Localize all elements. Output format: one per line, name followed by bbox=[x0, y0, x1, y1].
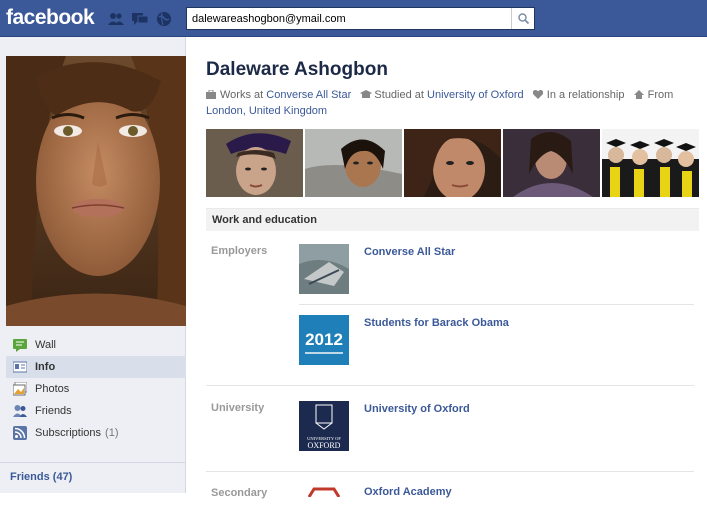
employer-name[interactable]: Students for Barack Obama bbox=[364, 317, 509, 329]
top-bar: facebook bbox=[0, 0, 707, 37]
employer-entry: 2012 Students for Barack Obama bbox=[299, 315, 694, 375]
photo-strip bbox=[206, 129, 699, 197]
employer-logo[interactable] bbox=[299, 244, 349, 294]
subscriptions-icon bbox=[13, 426, 27, 440]
secondary-label: Secondary bbox=[211, 487, 268, 499]
sidebar-item-photos[interactable]: Photos bbox=[6, 378, 186, 400]
sidebar-item-friends[interactable]: Friends bbox=[6, 400, 186, 422]
sidebar-item-subscriptions[interactable]: Subscriptions (1) bbox=[6, 422, 186, 444]
sidebar-item-label: Info bbox=[35, 361, 56, 373]
profile-summary: Works at Converse All Star Studied at Un… bbox=[206, 87, 699, 119]
from-prefix: From bbox=[647, 89, 674, 101]
recent-photo[interactable] bbox=[602, 129, 699, 197]
recent-photo[interactable] bbox=[206, 129, 303, 197]
studied-prefix: Studied at bbox=[374, 89, 424, 101]
friend-requests-icon[interactable] bbox=[107, 11, 125, 27]
recent-photo[interactable] bbox=[404, 129, 501, 197]
notifications-icon[interactable] bbox=[155, 11, 173, 27]
heart-icon bbox=[532, 88, 544, 99]
recent-photo[interactable] bbox=[503, 129, 600, 197]
search-button[interactable] bbox=[511, 8, 534, 29]
relationship-status: In a relationship bbox=[546, 89, 625, 101]
search-box bbox=[186, 7, 535, 30]
friends-link[interactable]: Friends (47) bbox=[0, 462, 185, 483]
svg-text:OXFORD: OXFORD bbox=[308, 441, 341, 450]
profile-nav: Wall Info Photos Friends Subscriptions (… bbox=[6, 334, 186, 444]
sidebar-item-label: Photos bbox=[35, 383, 70, 395]
subscriptions-count: (1) bbox=[105, 427, 119, 439]
hometown-link[interactable]: London, United Kingdom bbox=[206, 105, 327, 117]
messages-icon[interactable] bbox=[131, 11, 149, 27]
sidebar-item-label: Friends bbox=[35, 405, 72, 417]
home-icon bbox=[633, 88, 644, 99]
left-column: Wall Info Photos Friends Subscriptions (… bbox=[0, 37, 186, 493]
search-input[interactable] bbox=[187, 8, 507, 29]
info-icon bbox=[12, 360, 28, 374]
work-education-heading: Work and education bbox=[206, 208, 699, 231]
employer-name[interactable]: Converse All Star bbox=[364, 246, 455, 258]
university-label: University bbox=[211, 402, 265, 414]
employer-logo[interactable]: 2012 bbox=[299, 315, 349, 365]
sidebar-item-info[interactable]: Info bbox=[6, 356, 186, 378]
university-name[interactable]: University of Oxford bbox=[364, 403, 470, 415]
works-prefix: Works at bbox=[220, 89, 264, 101]
svg-text:2012: 2012 bbox=[305, 330, 343, 349]
jewel-icons bbox=[107, 11, 173, 27]
sidebar-item-label: Wall bbox=[35, 339, 56, 351]
divider bbox=[206, 471, 694, 472]
sidebar-item-wall[interactable]: Wall bbox=[6, 334, 186, 356]
friends-icon bbox=[13, 404, 27, 418]
employers-label: Employers bbox=[211, 245, 268, 257]
sidebar-item-label: Subscriptions bbox=[35, 427, 102, 439]
education-icon bbox=[360, 88, 373, 98]
profile-name[interactable]: Daleware Ashogbon bbox=[206, 59, 388, 81]
secondary-logo[interactable] bbox=[299, 487, 349, 497]
search-icon bbox=[517, 13, 529, 24]
university-logo[interactable]: UNIVERSITY OF OXFORD bbox=[299, 401, 349, 451]
divider bbox=[299, 304, 694, 305]
recent-photo[interactable] bbox=[305, 129, 402, 197]
school-link[interactable]: University of Oxford bbox=[427, 89, 524, 101]
divider bbox=[206, 385, 694, 386]
employer-entry: Converse All Star bbox=[299, 244, 694, 304]
wall-icon bbox=[13, 338, 27, 352]
photos-icon bbox=[12, 381, 28, 396]
facebook-logo[interactable]: facebook bbox=[6, 6, 95, 30]
profile-picture[interactable] bbox=[6, 56, 186, 326]
university-entry: UNIVERSITY OF OXFORD University of Oxford bbox=[299, 401, 694, 461]
briefcase-icon bbox=[206, 88, 216, 99]
secondary-name[interactable]: Oxford Academy bbox=[364, 486, 452, 498]
secondary-entry: Oxford Academy bbox=[299, 486, 694, 507]
employer-link[interactable]: Converse All Star bbox=[266, 89, 351, 101]
